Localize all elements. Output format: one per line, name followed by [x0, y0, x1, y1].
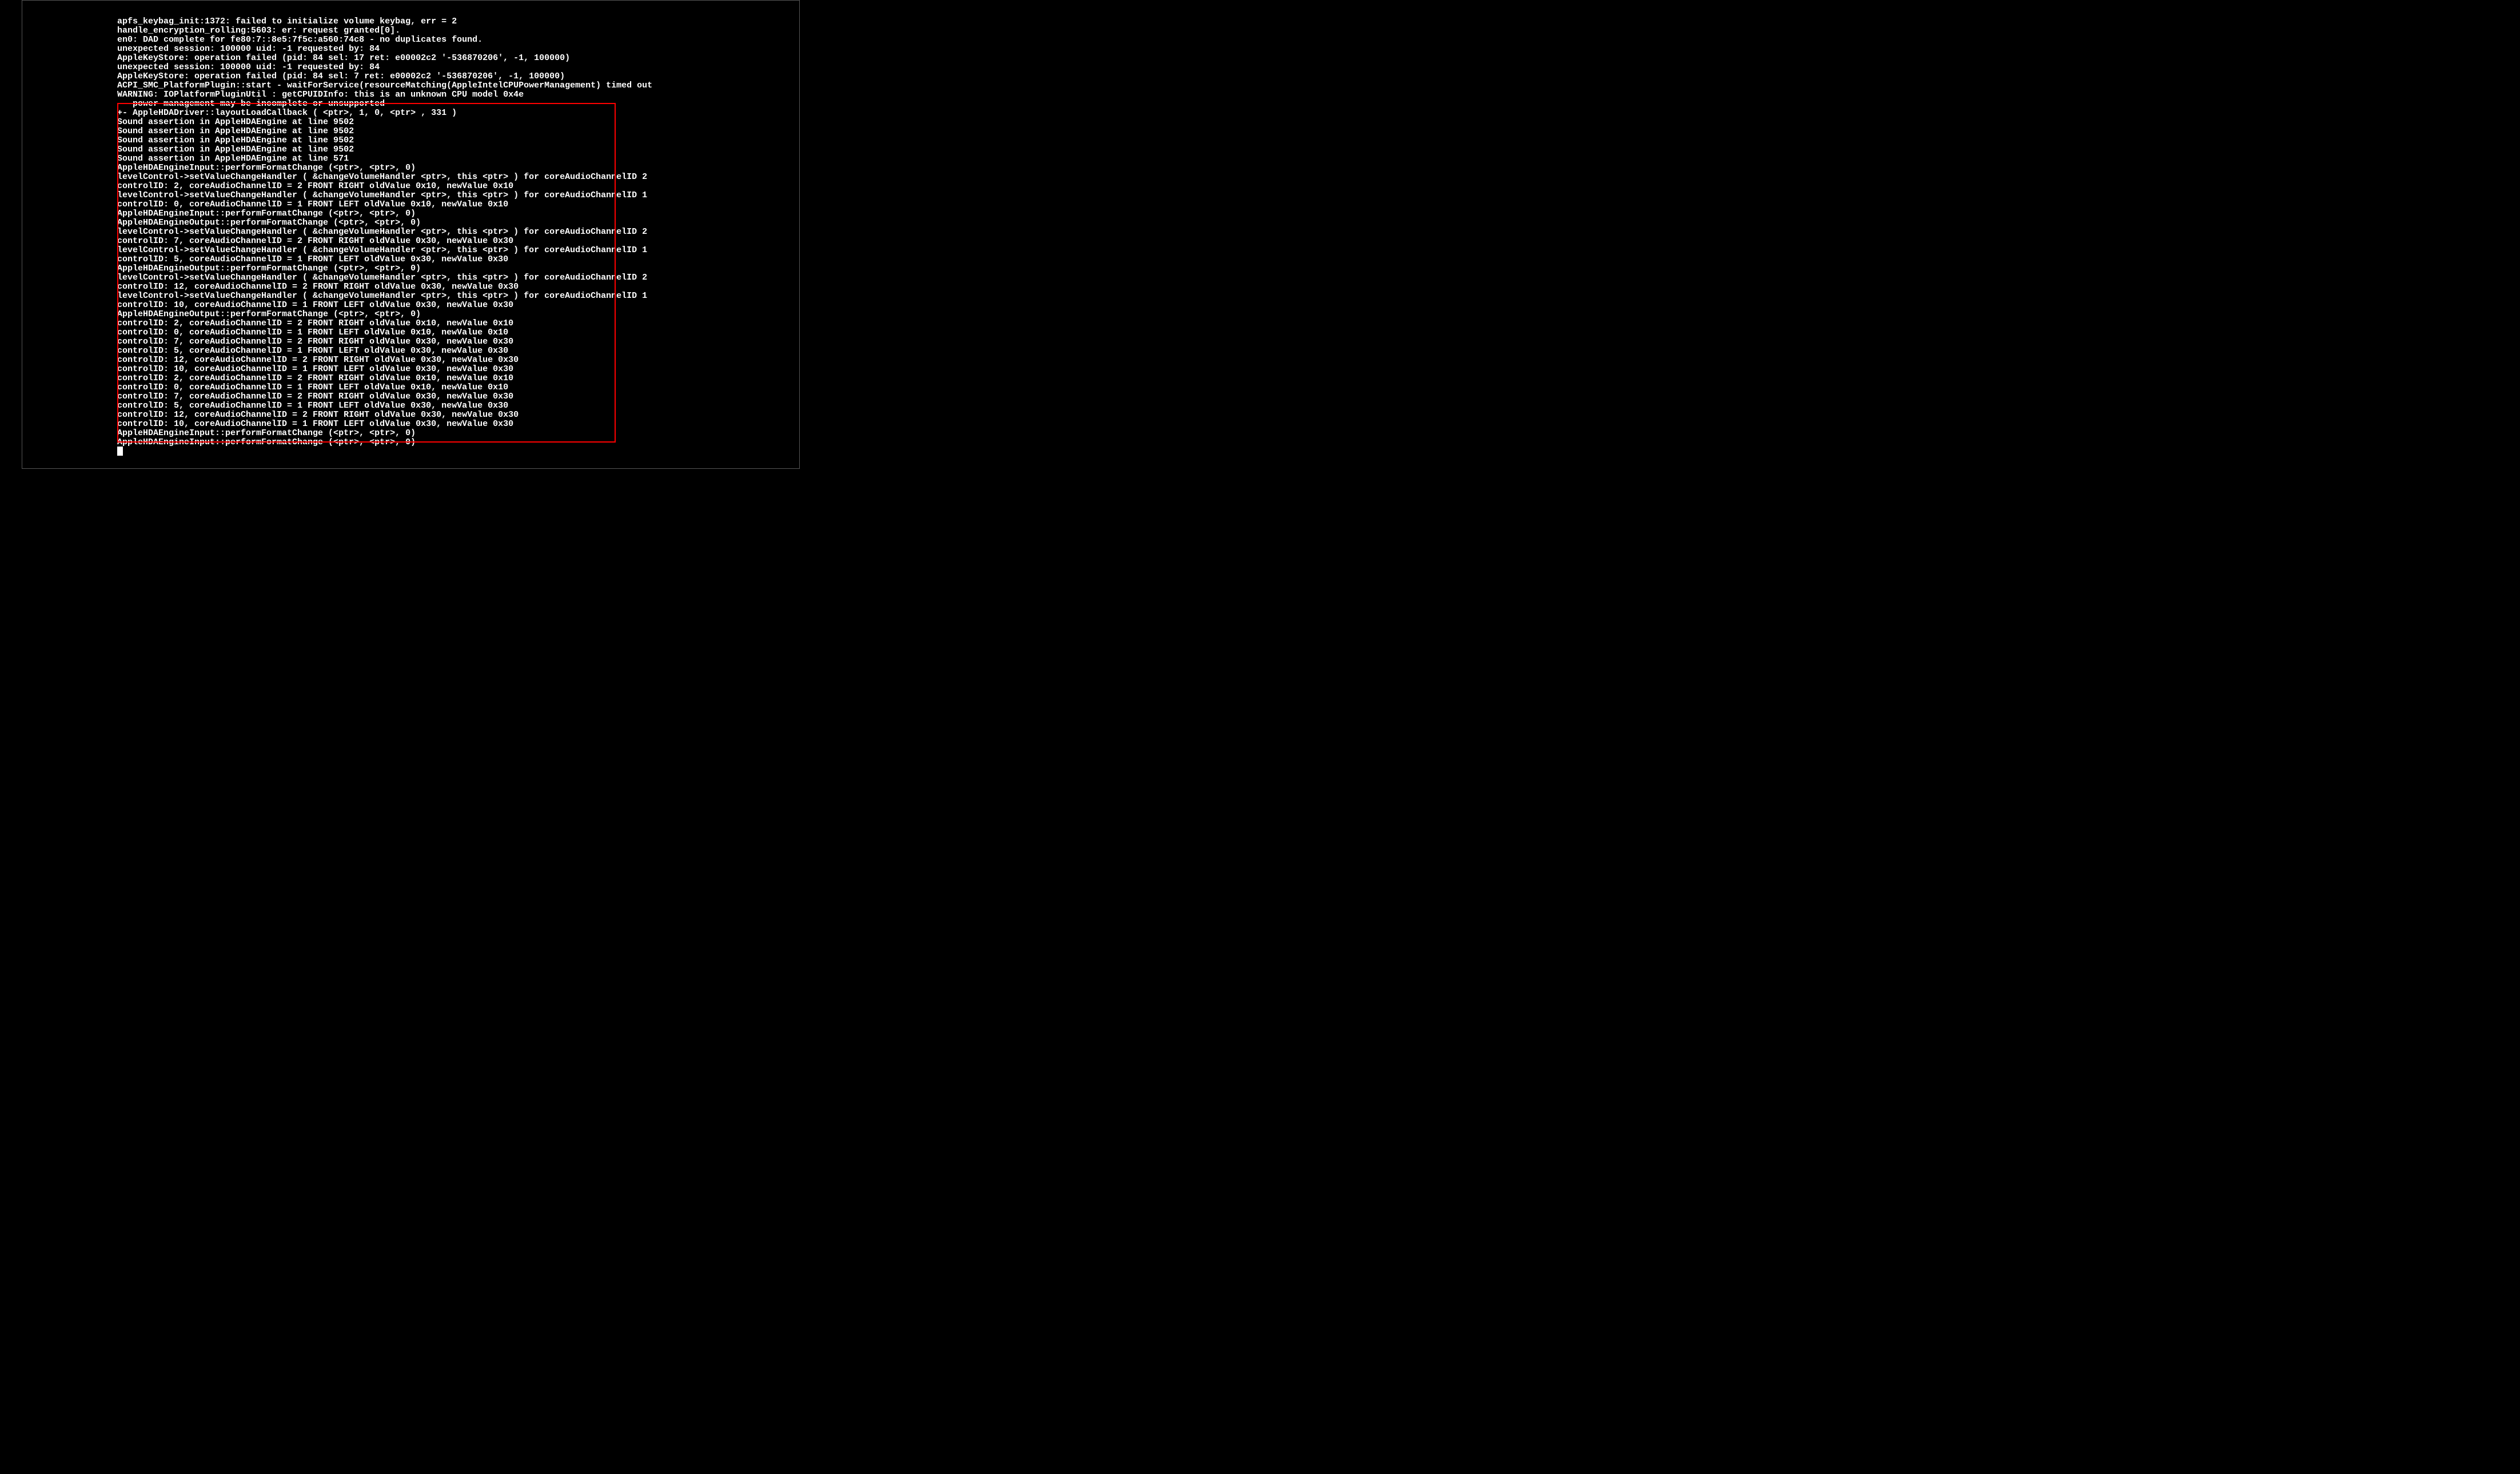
log-line: controlID: 10, coreAudioChannelID = 1 FR…	[117, 420, 652, 429]
log-line: Sound assertion in AppleHDAEngine at lin…	[117, 154, 652, 164]
log-line: controlID: 12, coreAudioChannelID = 2 FR…	[117, 356, 652, 365]
log-line: unexpected session: 100000 uid: -1 reque…	[117, 45, 652, 54]
log-line: WARNING: IOPlatformPluginUtil : getCPUID…	[117, 90, 652, 99]
log-line: controlID: 10, coreAudioChannelID = 1 FR…	[117, 301, 652, 310]
log-line: controlID: 12, coreAudioChannelID = 2 FR…	[117, 411, 652, 420]
log-line: Sound assertion in AppleHDAEngine at lin…	[117, 145, 652, 154]
log-line: controlID: 5, coreAudioChannelID = 1 FRO…	[117, 346, 652, 356]
log-line: AppleHDAEngineOutput::performFormatChang…	[117, 310, 652, 319]
log-line: controlID: 7, coreAudioChannelID = 2 FRO…	[117, 337, 652, 346]
text-cursor	[117, 447, 123, 456]
log-line: Sound assertion in AppleHDAEngine at lin…	[117, 118, 652, 127]
log-line: apfs_keybag_init:1372: failed to initial…	[117, 17, 652, 26]
log-line: controlID: 0, coreAudioChannelID = 1 FRO…	[117, 200, 652, 209]
log-line: AppleHDAEngineInput::performFormatChange…	[117, 438, 652, 447]
log-line: AppleHDAEngineOutput::performFormatChang…	[117, 264, 652, 273]
log-line: ACPI_SMC_PlatformPlugin::start - waitFor…	[117, 81, 652, 90]
log-line: controlID: 7, coreAudioChannelID = 2 FRO…	[117, 237, 652, 246]
log-line: AppleKeyStore: operation failed (pid: 84…	[117, 72, 652, 81]
log-line: Sound assertion in AppleHDAEngine at lin…	[117, 127, 652, 136]
log-line: AppleKeyStore: operation failed (pid: 84…	[117, 54, 652, 63]
console-output: apfs_keybag_init:1372: failed to initial…	[117, 17, 652, 447]
log-line: controlID: 5, coreAudioChannelID = 1 FRO…	[117, 255, 652, 264]
log-line: unexpected session: 100000 uid: -1 reque…	[117, 63, 652, 72]
log-line: levelControl->setValueChangeHandler ( &c…	[117, 228, 652, 237]
log-line: Sound assertion in AppleHDAEngine at lin…	[117, 136, 652, 145]
log-line: controlID: 0, coreAudioChannelID = 1 FRO…	[117, 383, 652, 392]
log-line: levelControl->setValueChangeHandler ( &c…	[117, 273, 652, 282]
log-line: controlID: 10, coreAudioChannelID = 1 FR…	[117, 365, 652, 374]
log-line: controlID: 2, coreAudioChannelID = 2 FRO…	[117, 319, 652, 328]
log-line: controlID: 5, coreAudioChannelID = 1 FRO…	[117, 401, 652, 411]
log-line: controlID: 2, coreAudioChannelID = 2 FRO…	[117, 182, 652, 191]
log-line: levelControl->setValueChangeHandler ( &c…	[117, 292, 652, 301]
log-line: controlID: 2, coreAudioChannelID = 2 FRO…	[117, 374, 652, 383]
log-line: en0: DAD complete for fe80:7::8e5:7f5c:a…	[117, 35, 652, 45]
log-line: AppleHDAEngineInput::performFormatChange…	[117, 164, 652, 173]
log-line: levelControl->setValueChangeHandler ( &c…	[117, 191, 652, 200]
log-line: AppleHDAEngineInput::performFormatChange…	[117, 209, 652, 218]
log-line: levelControl->setValueChangeHandler ( &c…	[117, 173, 652, 182]
log-line: AppleHDAEngineInput::performFormatChange…	[117, 429, 652, 438]
log-line: -- power management may be incomplete or…	[117, 99, 652, 109]
log-line: levelControl->setValueChangeHandler ( &c…	[117, 246, 652, 255]
log-line: controlID: 0, coreAudioChannelID = 1 FRO…	[117, 328, 652, 337]
log-line: +- AppleHDADriver::layoutLoadCallback ( …	[117, 109, 652, 118]
log-line: AppleHDAEngineOutput::performFormatChang…	[117, 218, 652, 228]
log-line: controlID: 12, coreAudioChannelID = 2 FR…	[117, 282, 652, 292]
log-line: controlID: 7, coreAudioChannelID = 2 FRO…	[117, 392, 652, 401]
log-line: handle_encryption_rolling:5603: er: requ…	[117, 26, 652, 35]
